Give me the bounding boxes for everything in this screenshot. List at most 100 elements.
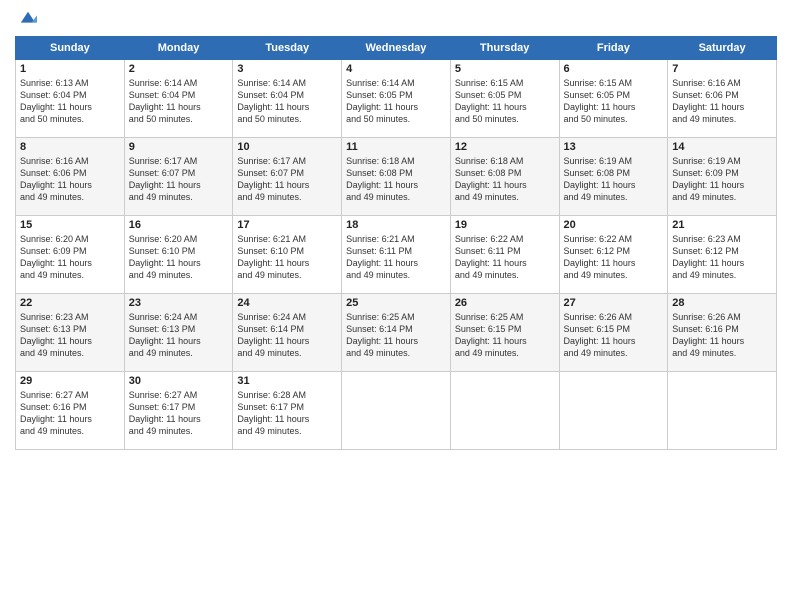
day-info: Sunrise: 6:27 AMSunset: 6:17 PMDaylight:… [129, 389, 229, 438]
day-number: 15 [20, 219, 120, 231]
day-number: 31 [237, 375, 337, 387]
calendar-day-cell: 7 Sunrise: 6:16 AMSunset: 6:06 PMDayligh… [668, 60, 777, 138]
calendar-week-row: 22 Sunrise: 6:23 AMSunset: 6:13 PMDaylig… [16, 294, 777, 372]
day-info: Sunrise: 6:14 AMSunset: 6:05 PMDaylight:… [346, 77, 446, 126]
day-info: Sunrise: 6:15 AMSunset: 6:05 PMDaylight:… [564, 77, 664, 126]
weekday-header-monday: Monday [124, 37, 233, 60]
calendar-day-cell: 13 Sunrise: 6:19 AMSunset: 6:08 PMDaylig… [559, 138, 668, 216]
calendar-day-cell: 19 Sunrise: 6:22 AMSunset: 6:11 PMDaylig… [450, 216, 559, 294]
calendar-day-cell: 9 Sunrise: 6:17 AMSunset: 6:07 PMDayligh… [124, 138, 233, 216]
calendar-day-cell: 30 Sunrise: 6:27 AMSunset: 6:17 PMDaylig… [124, 372, 233, 450]
day-number: 11 [346, 141, 446, 153]
day-info: Sunrise: 6:21 AMSunset: 6:10 PMDaylight:… [237, 233, 337, 282]
day-number: 14 [672, 141, 772, 153]
day-info: Sunrise: 6:19 AMSunset: 6:08 PMDaylight:… [564, 155, 664, 204]
calendar-day-cell: 10 Sunrise: 6:17 AMSunset: 6:07 PMDaylig… [233, 138, 342, 216]
day-info: Sunrise: 6:24 AMSunset: 6:14 PMDaylight:… [237, 311, 337, 360]
calendar-day-cell: 25 Sunrise: 6:25 AMSunset: 6:14 PMDaylig… [342, 294, 451, 372]
day-info: Sunrise: 6:14 AMSunset: 6:04 PMDaylight:… [129, 77, 229, 126]
calendar-day-cell: 31 Sunrise: 6:28 AMSunset: 6:17 PMDaylig… [233, 372, 342, 450]
empty-day-cell [559, 372, 668, 450]
calendar-week-row: 15 Sunrise: 6:20 AMSunset: 6:09 PMDaylig… [16, 216, 777, 294]
day-info: Sunrise: 6:23 AMSunset: 6:13 PMDaylight:… [20, 311, 120, 360]
day-info: Sunrise: 6:16 AMSunset: 6:06 PMDaylight:… [20, 155, 120, 204]
day-number: 24 [237, 297, 337, 309]
day-number: 9 [129, 141, 229, 153]
calendar-day-cell: 14 Sunrise: 6:19 AMSunset: 6:09 PMDaylig… [668, 138, 777, 216]
day-number: 21 [672, 219, 772, 231]
day-number: 22 [20, 297, 120, 309]
day-info: Sunrise: 6:18 AMSunset: 6:08 PMDaylight:… [455, 155, 555, 204]
day-info: Sunrise: 6:15 AMSunset: 6:05 PMDaylight:… [455, 77, 555, 126]
day-info: Sunrise: 6:28 AMSunset: 6:17 PMDaylight:… [237, 389, 337, 438]
weekday-header-thursday: Thursday [450, 37, 559, 60]
day-info: Sunrise: 6:17 AMSunset: 6:07 PMDaylight:… [237, 155, 337, 204]
day-number: 20 [564, 219, 664, 231]
calendar-day-cell: 29 Sunrise: 6:27 AMSunset: 6:16 PMDaylig… [16, 372, 125, 450]
day-info: Sunrise: 6:27 AMSunset: 6:16 PMDaylight:… [20, 389, 120, 438]
day-info: Sunrise: 6:25 AMSunset: 6:14 PMDaylight:… [346, 311, 446, 360]
calendar-day-cell: 2 Sunrise: 6:14 AMSunset: 6:04 PMDayligh… [124, 60, 233, 138]
day-number: 7 [672, 63, 772, 75]
calendar-day-cell: 12 Sunrise: 6:18 AMSunset: 6:08 PMDaylig… [450, 138, 559, 216]
day-info: Sunrise: 6:21 AMSunset: 6:11 PMDaylight:… [346, 233, 446, 282]
calendar-week-row: 8 Sunrise: 6:16 AMSunset: 6:06 PMDayligh… [16, 138, 777, 216]
day-number: 4 [346, 63, 446, 75]
day-info: Sunrise: 6:24 AMSunset: 6:13 PMDaylight:… [129, 311, 229, 360]
day-info: Sunrise: 6:17 AMSunset: 6:07 PMDaylight:… [129, 155, 229, 204]
day-number: 10 [237, 141, 337, 153]
empty-day-cell [668, 372, 777, 450]
day-info: Sunrise: 6:20 AMSunset: 6:09 PMDaylight:… [20, 233, 120, 282]
day-number: 30 [129, 375, 229, 387]
weekday-header-saturday: Saturday [668, 37, 777, 60]
day-number: 23 [129, 297, 229, 309]
calendar-day-cell: 4 Sunrise: 6:14 AMSunset: 6:05 PMDayligh… [342, 60, 451, 138]
calendar-day-cell: 26 Sunrise: 6:25 AMSunset: 6:15 PMDaylig… [450, 294, 559, 372]
day-number: 8 [20, 141, 120, 153]
day-number: 12 [455, 141, 555, 153]
calendar-day-cell: 24 Sunrise: 6:24 AMSunset: 6:14 PMDaylig… [233, 294, 342, 372]
day-number: 1 [20, 63, 120, 75]
empty-day-cell [342, 372, 451, 450]
calendar-table: SundayMondayTuesdayWednesdayThursdayFrid… [15, 36, 777, 450]
weekday-header-tuesday: Tuesday [233, 37, 342, 60]
day-number: 6 [564, 63, 664, 75]
day-number: 28 [672, 297, 772, 309]
calendar-day-cell: 16 Sunrise: 6:20 AMSunset: 6:10 PMDaylig… [124, 216, 233, 294]
day-number: 26 [455, 297, 555, 309]
calendar-week-row: 29 Sunrise: 6:27 AMSunset: 6:16 PMDaylig… [16, 372, 777, 450]
day-number: 16 [129, 219, 229, 231]
day-info: Sunrise: 6:23 AMSunset: 6:12 PMDaylight:… [672, 233, 772, 282]
day-number: 3 [237, 63, 337, 75]
day-info: Sunrise: 6:25 AMSunset: 6:15 PMDaylight:… [455, 311, 555, 360]
day-info: Sunrise: 6:16 AMSunset: 6:06 PMDaylight:… [672, 77, 772, 126]
page: SundayMondayTuesdayWednesdayThursdayFrid… [0, 0, 792, 612]
calendar-day-cell: 8 Sunrise: 6:16 AMSunset: 6:06 PMDayligh… [16, 138, 125, 216]
day-info: Sunrise: 6:26 AMSunset: 6:16 PMDaylight:… [672, 311, 772, 360]
calendar-day-cell: 23 Sunrise: 6:24 AMSunset: 6:13 PMDaylig… [124, 294, 233, 372]
calendar-day-cell: 11 Sunrise: 6:18 AMSunset: 6:08 PMDaylig… [342, 138, 451, 216]
logo-icon [19, 10, 37, 28]
calendar-day-cell: 5 Sunrise: 6:15 AMSunset: 6:05 PMDayligh… [450, 60, 559, 138]
calendar-day-cell: 27 Sunrise: 6:26 AMSunset: 6:15 PMDaylig… [559, 294, 668, 372]
calendar-day-cell: 6 Sunrise: 6:15 AMSunset: 6:05 PMDayligh… [559, 60, 668, 138]
weekday-header-sunday: Sunday [16, 37, 125, 60]
calendar-day-cell: 28 Sunrise: 6:26 AMSunset: 6:16 PMDaylig… [668, 294, 777, 372]
calendar-day-cell: 21 Sunrise: 6:23 AMSunset: 6:12 PMDaylig… [668, 216, 777, 294]
day-number: 17 [237, 219, 337, 231]
day-info: Sunrise: 6:20 AMSunset: 6:10 PMDaylight:… [129, 233, 229, 282]
day-info: Sunrise: 6:22 AMSunset: 6:12 PMDaylight:… [564, 233, 664, 282]
day-info: Sunrise: 6:14 AMSunset: 6:04 PMDaylight:… [237, 77, 337, 126]
header [15, 10, 777, 28]
calendar-day-cell: 17 Sunrise: 6:21 AMSunset: 6:10 PMDaylig… [233, 216, 342, 294]
weekday-header-friday: Friday [559, 37, 668, 60]
calendar-day-cell: 15 Sunrise: 6:20 AMSunset: 6:09 PMDaylig… [16, 216, 125, 294]
day-info: Sunrise: 6:26 AMSunset: 6:15 PMDaylight:… [564, 311, 664, 360]
day-number: 13 [564, 141, 664, 153]
calendar-day-cell: 22 Sunrise: 6:23 AMSunset: 6:13 PMDaylig… [16, 294, 125, 372]
calendar-day-cell: 20 Sunrise: 6:22 AMSunset: 6:12 PMDaylig… [559, 216, 668, 294]
calendar-day-cell: 18 Sunrise: 6:21 AMSunset: 6:11 PMDaylig… [342, 216, 451, 294]
day-number: 5 [455, 63, 555, 75]
logo [15, 10, 37, 28]
day-number: 2 [129, 63, 229, 75]
